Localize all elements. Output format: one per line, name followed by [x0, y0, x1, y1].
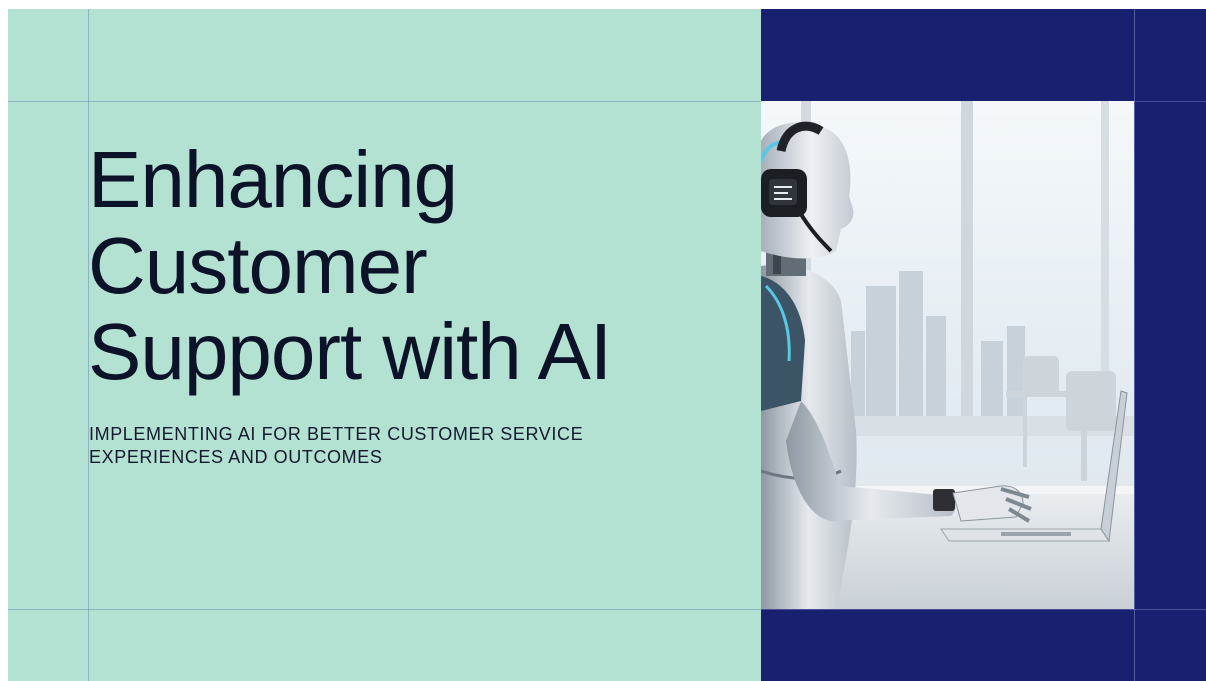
title-slide: Enhancing Customer Support with AI IMPLE… [8, 9, 1206, 681]
robot-photo [761, 101, 1134, 609]
title-line-2: Customer [88, 221, 428, 310]
guide-line-top [8, 101, 761, 102]
subtitle-line-1: IMPLEMENTING AI FOR BETTER CUSTOMER SERV… [89, 424, 584, 444]
subtitle-line-2: EXPERIENCES AND OUTCOMES [89, 447, 383, 467]
guide-line-bottom [8, 609, 761, 610]
slide-subtitle: IMPLEMENTING AI FOR BETTER CUSTOMER SERV… [89, 423, 689, 469]
guide-line-panel-bottom [761, 609, 1206, 610]
title-line-1: Enhancing [88, 135, 458, 224]
title-line-3: Support with AI [88, 307, 612, 396]
guide-line-right [1134, 9, 1135, 681]
slide-title: Enhancing Customer Support with AI [88, 137, 768, 395]
